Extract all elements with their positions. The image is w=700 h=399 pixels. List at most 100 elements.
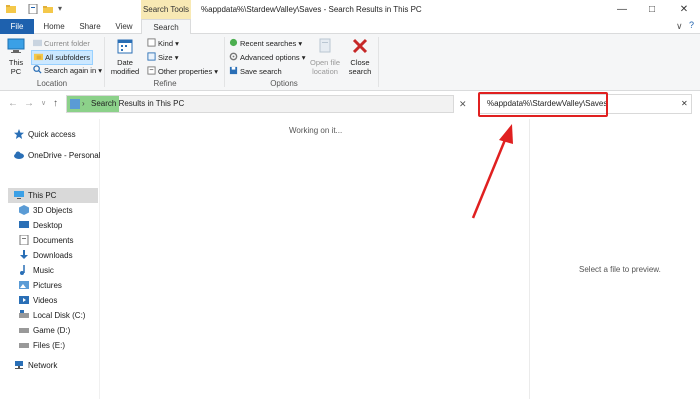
video-icon bbox=[19, 296, 29, 304]
sidebar-item-desktop[interactable]: Desktop bbox=[19, 218, 62, 233]
close-search-label: Close search bbox=[348, 58, 372, 76]
sidebar-item-videos[interactable]: Videos bbox=[19, 293, 57, 308]
folder-icon bbox=[33, 39, 42, 47]
drive-icon bbox=[19, 310, 29, 318]
divider bbox=[224, 37, 225, 87]
sidebar-item-game-drive[interactable]: Game (D:) bbox=[19, 323, 70, 338]
search-results-icon bbox=[70, 99, 80, 109]
tab-home[interactable]: Home bbox=[38, 19, 70, 34]
network-icon bbox=[15, 361, 23, 369]
advanced-options-label: Advanced options bbox=[240, 53, 300, 62]
title-bar: ▾ Search Tools %appdata%\StardewValley\S… bbox=[0, 0, 700, 19]
back-arrow-icon[interactable]: ← bbox=[8, 98, 18, 109]
other-properties-button[interactable]: Other properties ▾ bbox=[147, 66, 218, 77]
chevron-down-icon: ▾ bbox=[98, 66, 102, 75]
tab-file[interactable]: File bbox=[0, 19, 34, 34]
open-file-location-button[interactable]: Open file location bbox=[305, 38, 345, 76]
recent-locations-icon[interactable]: ∨ bbox=[41, 99, 46, 107]
sidebar-item-label: Documents bbox=[33, 236, 74, 245]
maximize-button[interactable]: □ bbox=[638, 0, 666, 19]
tab-share[interactable]: Share bbox=[75, 19, 105, 34]
kind-label: Kind bbox=[158, 39, 174, 48]
open-folder-icon bbox=[319, 38, 331, 53]
sidebar-item-quick-access[interactable]: Quick access bbox=[14, 127, 76, 142]
address-bar[interactable]: › Search Results in This PC bbox=[66, 95, 454, 113]
sidebar-item-label: Network bbox=[28, 361, 58, 370]
sidebar-item-label: Videos bbox=[33, 296, 58, 305]
sidebar-item-onedrive[interactable]: OneDrive - Personal bbox=[14, 148, 100, 163]
sidebar-item-documents[interactable]: Documents bbox=[19, 233, 73, 248]
customize-qat-icon[interactable]: ▾ bbox=[58, 4, 68, 14]
computer-icon bbox=[7, 38, 25, 53]
collapse-ribbon-icon[interactable]: ∨ bbox=[676, 21, 683, 32]
download-icon bbox=[20, 250, 28, 259]
close-icon[interactable]: ✕ bbox=[681, 95, 688, 113]
subfolders-icon bbox=[34, 53, 43, 61]
drive-icon bbox=[19, 343, 29, 348]
sidebar-item-label: Pictures bbox=[33, 281, 62, 290]
kind-button[interactable]: Kind ▾ bbox=[147, 38, 179, 49]
clear-search-icon[interactable]: ✕ bbox=[459, 99, 467, 110]
forward-arrow-icon[interactable]: → bbox=[24, 98, 34, 109]
search-again-in-label: Search again in bbox=[44, 66, 97, 75]
up-arrow-icon[interactable]: ↑ bbox=[53, 98, 58, 109]
other-properties-label: Other properties bbox=[158, 67, 213, 76]
music-icon bbox=[20, 265, 25, 275]
help-icon[interactable]: ? bbox=[689, 20, 694, 30]
preview-divider[interactable] bbox=[529, 119, 530, 399]
save-search-label: Save search bbox=[240, 67, 282, 76]
annotation-box bbox=[478, 92, 608, 117]
open-file-location-label: Open file location bbox=[309, 58, 341, 76]
tab-view[interactable]: View bbox=[110, 19, 138, 34]
sidebar-item-music[interactable]: Music bbox=[19, 263, 54, 278]
this-pc-button[interactable]: This PC bbox=[4, 38, 28, 76]
minimize-button[interactable]: — bbox=[608, 0, 636, 19]
all-subfolders-label: All subfolders bbox=[45, 53, 91, 62]
all-subfolders-button[interactable]: All subfolders bbox=[31, 50, 94, 65]
size-label: Size bbox=[158, 53, 173, 62]
close-search-button[interactable]: Close search bbox=[346, 38, 374, 76]
sidebar-item-pictures[interactable]: Pictures bbox=[19, 278, 62, 293]
computer-icon bbox=[14, 191, 24, 199]
sidebar-item-label: Desktop bbox=[33, 221, 63, 230]
tab-search[interactable]: Search bbox=[141, 19, 191, 35]
chevron-down-icon: ▾ bbox=[174, 53, 179, 62]
navigation-pane: Quick access OneDrive - Personal This PC… bbox=[0, 119, 100, 399]
new-folder-icon[interactable] bbox=[43, 4, 53, 14]
pictures-icon bbox=[19, 281, 29, 289]
divider bbox=[104, 37, 105, 87]
sidebar-item-label: Quick access bbox=[28, 130, 76, 139]
chevron-down-icon: ▾ bbox=[214, 67, 219, 76]
sidebar-item-label: Files (E:) bbox=[33, 341, 65, 350]
sidebar-item-label: Local Disk (C:) bbox=[33, 311, 86, 320]
sidebar-item-files-drive[interactable]: Files (E:) bbox=[19, 338, 65, 353]
save-icon bbox=[229, 66, 238, 75]
recent-icon bbox=[229, 38, 238, 47]
current-folder-button[interactable]: Current folder bbox=[33, 38, 90, 49]
sidebar-item-this-pc[interactable]: This PC bbox=[8, 188, 98, 203]
save-search-button[interactable]: Save search bbox=[229, 66, 282, 77]
recent-searches-button[interactable]: Recent searches ▾ bbox=[229, 38, 302, 49]
advanced-options-button[interactable]: Advanced options ▾ bbox=[229, 52, 306, 63]
sidebar-item-3d-objects[interactable]: 3D Objects bbox=[19, 203, 73, 218]
current-folder-label: Current folder bbox=[44, 39, 90, 48]
search-icon bbox=[33, 65, 42, 74]
close-icon bbox=[352, 38, 368, 54]
close-window-button[interactable]: ✕ bbox=[670, 0, 698, 19]
sidebar-item-label: Downloads bbox=[33, 251, 73, 260]
breadcrumb[interactable]: Search Results in This PC bbox=[91, 96, 184, 112]
ribbon: This PC Current folder All subfolders Se… bbox=[0, 20, 700, 91]
sidebar-item-local-disk[interactable]: Local Disk (C:) bbox=[19, 308, 85, 323]
properties-icon[interactable] bbox=[28, 4, 38, 14]
sidebar-item-downloads[interactable]: Downloads bbox=[19, 248, 73, 263]
size-button[interactable]: Size ▾ bbox=[147, 52, 178, 63]
calendar-icon bbox=[117, 39, 133, 54]
cube-icon bbox=[19, 205, 29, 215]
search-again-in-button[interactable]: Search again in ▾ bbox=[33, 65, 102, 76]
this-pc-label: This PC bbox=[8, 58, 24, 76]
gear-icon bbox=[229, 52, 238, 61]
date-modified-button[interactable]: Date modified bbox=[107, 38, 143, 76]
recent-searches-label: Recent searches bbox=[240, 39, 297, 48]
location-group-label: Location bbox=[36, 79, 68, 88]
sidebar-item-network[interactable]: Network bbox=[14, 358, 57, 373]
